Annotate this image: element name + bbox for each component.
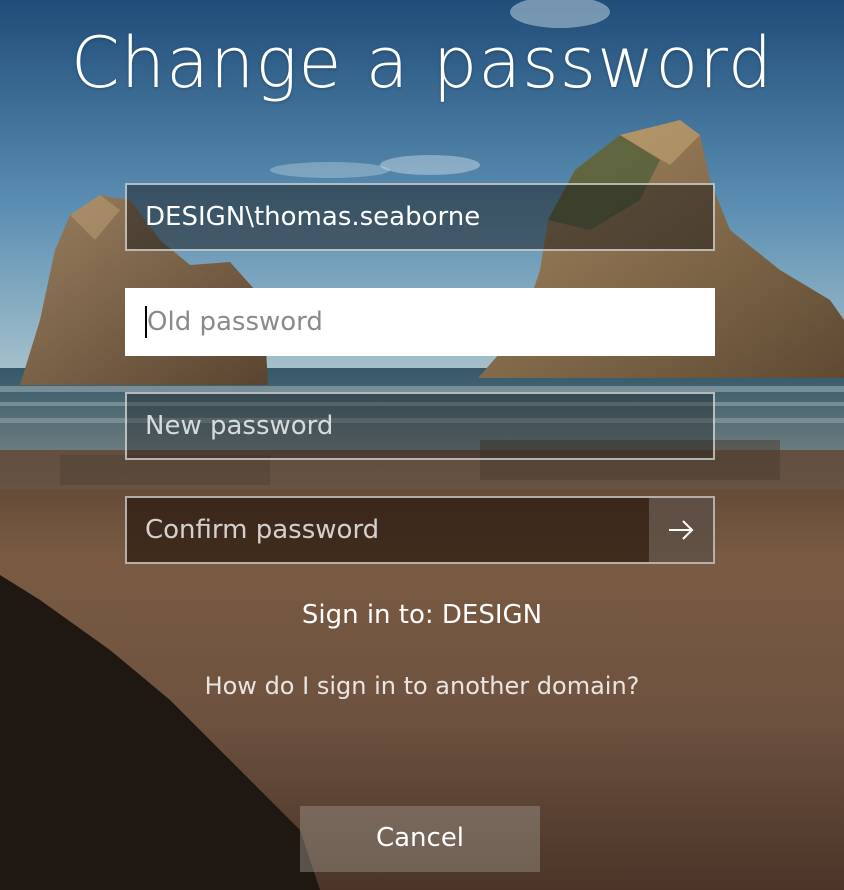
new-password-input[interactable]: New password	[125, 392, 715, 460]
new-password-placeholder: New password	[145, 411, 334, 441]
submit-button[interactable]	[649, 498, 713, 562]
cancel-button[interactable]: Cancel	[300, 806, 540, 872]
confirm-password-input[interactable]: Confirm password	[125, 496, 715, 564]
username-value: DESIGN\thomas.seaborne	[145, 202, 481, 232]
page-title: Change a password	[70, 22, 774, 104]
old-password-placeholder: Old password	[147, 307, 323, 337]
sign-in-domain-label: Sign in to: DESIGN	[301, 600, 543, 630]
username-field: DESIGN\thomas.seaborne	[125, 183, 715, 251]
confirm-password-placeholder: Confirm password	[145, 515, 380, 545]
arrow-right-icon	[669, 520, 694, 540]
old-password-input[interactable]: Old password	[125, 288, 715, 356]
other-domain-link[interactable]: How do I sign in to another domain?	[0, 672, 844, 700]
